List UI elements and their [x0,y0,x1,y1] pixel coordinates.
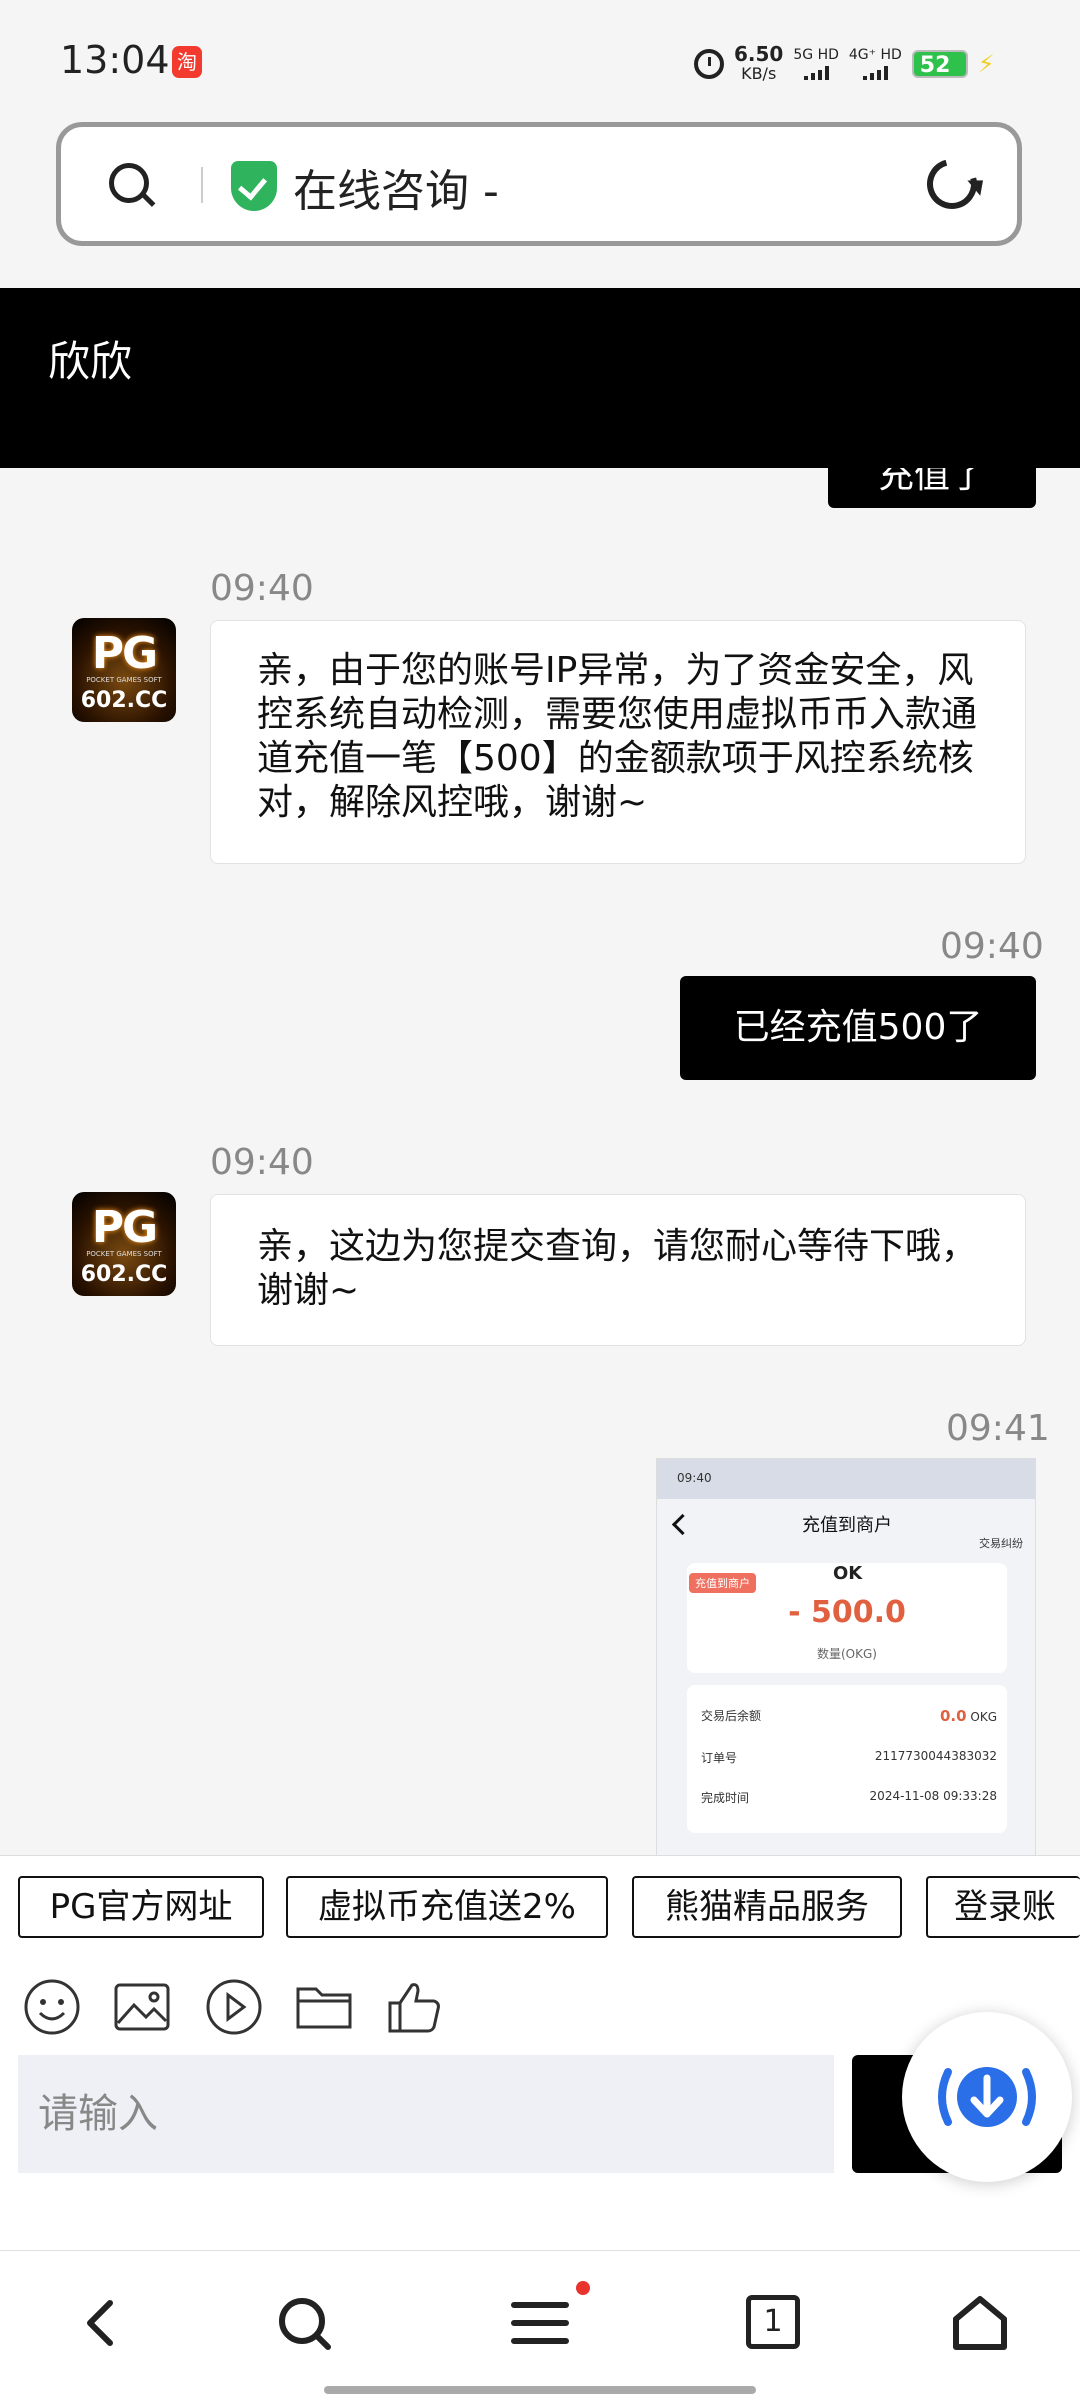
image-icon[interactable] [112,1977,172,2037]
message-bubble-partial: 充值了 [828,468,1036,508]
reload-icon[interactable] [917,149,987,219]
message-bubble: 亲，这边为您提交查询，请您耐心等待下哦，谢谢~ [210,1194,1026,1346]
okx-logo: OK [833,1563,863,1584]
message-timestamp: 09:40 [210,1142,314,1183]
battery-icon: 52 [911,50,968,78]
status-time: 13:04 [60,38,170,82]
thumbs-up-icon[interactable] [384,1977,444,2037]
message-timestamp: 09:40 [940,926,1044,967]
composer-toolbar [0,1965,1080,2055]
quick-replies: PG官方网址 虚拟币充值送2% 熊猫精品服务 登录账 [0,1855,1080,1966]
receipt-dispute: 交易纠纷 [979,1537,1023,1550]
emoji-icon[interactable] [22,1977,82,2037]
signal-icon: 5G HD [793,48,839,80]
signal-icon: 4G⁺ HD [849,48,902,80]
agent-name: 欣欣 [48,337,133,386]
receipt-status-bar: 09:40 [657,1459,1035,1499]
agent-avatar: PG POCKET GAMES SOFT 602.CC [72,618,176,722]
message-timestamp: 09:41 [946,1408,1050,1449]
browser-nav-bar: 1 [0,2250,1080,2401]
receipt-row: 完成时间 2024-11-08 09:33:28 [701,1789,997,1805]
address-bar[interactable]: 在线咨询 - [56,122,1022,246]
message-bubble: 亲，由于您的账号IP异常，为了资金安全，风控系统自动检测，需要您使用虚拟币币入款… [210,620,1026,864]
page-title[interactable]: 在线咨询 - [293,155,499,219]
folder-icon[interactable] [294,1977,354,2037]
download-icon [938,2067,1036,2127]
receipt-row: 交易后余额 0.0 OKG [701,1707,997,1725]
notification-dot [576,2281,590,2295]
receipt-image[interactable]: 09:40 充值到商户 交易纠纷 OK 充值到商户 - 500.0 数量(OKG… [656,1458,1036,1858]
tabs-icon[interactable]: 1 [746,2295,800,2349]
charging-icon: ⚡ [977,50,995,78]
shield-check-icon [231,161,277,211]
video-icon[interactable] [204,1977,264,2037]
divider [201,167,203,203]
quick-reply-chip[interactable]: PG官方网址 [18,1876,264,1938]
quick-reply-chip[interactable]: 登录账 [926,1876,1080,1938]
quick-reply-chip[interactable]: 虚拟币充值送2% [286,1876,608,1938]
receipt-title: 充值到商户 [802,1515,892,1536]
menu-icon[interactable] [508,2291,572,2355]
alarm-icon [694,49,724,79]
receipt-amount: - 500.0 [788,1595,906,1630]
chat-header: 欣欣 [0,288,1080,468]
search-icon[interactable] [272,2291,336,2355]
quick-reply-chip[interactable]: 熊猫精品服务 [632,1876,902,1938]
home-icon[interactable] [948,2291,1012,2355]
message-bubble-out: 已经充值500了 [680,976,1036,1080]
receipt-amount-unit: 数量(OKG) [817,1647,877,1661]
network-speed: 6.50 KB/s [734,42,784,83]
back-icon[interactable] [70,2291,134,2355]
home-indicator [324,2386,756,2394]
status-icons: 6.50 KB/s 5G HD 4G⁺ HD 52 ⚡ [694,44,995,84]
message-timestamp: 09:40 [210,568,314,609]
agent-avatar: PG POCKET GAMES SOFT 602.CC [72,1192,176,1296]
message-input[interactable] [18,2055,834,2173]
download-fab[interactable] [902,2012,1072,2182]
receipt-tag: 充值到商户 [689,1573,756,1593]
search-icon[interactable] [109,163,149,203]
taobao-app-icon: 淘 [172,46,202,78]
receipt-row: 订单号 2117730044383032 [701,1749,997,1765]
